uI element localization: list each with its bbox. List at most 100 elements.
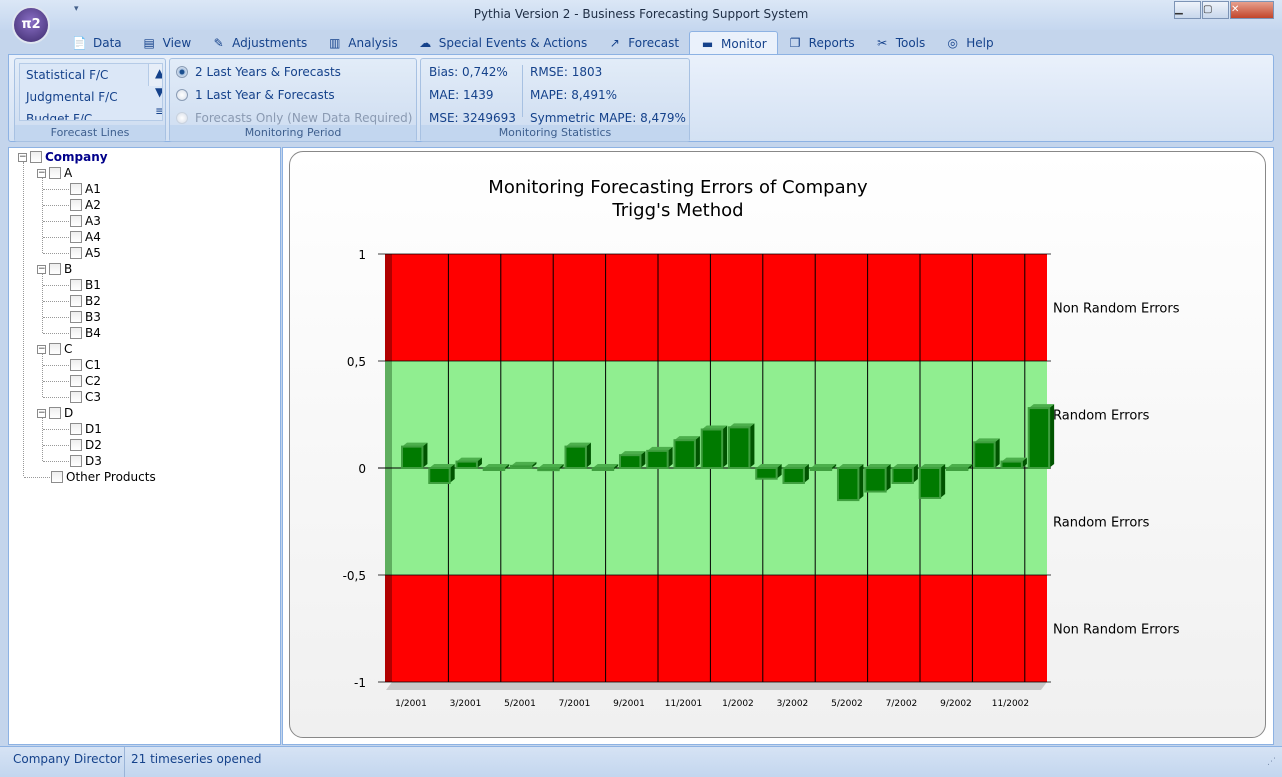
checkbox[interactable] <box>70 247 82 259</box>
window-title: Pythia Version 2 - Business Forecasting … <box>473 7 809 21</box>
checkbox[interactable] <box>70 183 82 195</box>
node-label: A3 <box>85 214 101 228</box>
scroll-up-icon[interactable]: ▲ <box>155 64 162 83</box>
checkbox[interactable] <box>70 391 82 403</box>
close-button[interactable]: ✕ <box>1230 1 1274 19</box>
tree-node-item[interactable]: A4 <box>70 229 101 245</box>
forecast-lines-list[interactable]: Statistical F/C Judgmental F/C Budget F/… <box>19 63 163 121</box>
list-scrollbar[interactable]: ▲▼≡ <box>148 64 162 118</box>
tree-node-item[interactable]: C1 <box>70 357 101 373</box>
tab-adjustments[interactable]: ✎ Adjustments <box>201 31 317 55</box>
tab-reports[interactable]: ❐ Reports <box>778 31 865 55</box>
bar <box>1000 460 1023 469</box>
y-tick-label: -1 <box>354 676 366 690</box>
minimize-button[interactable]: ▁ <box>1174 1 1201 19</box>
radio-1-last-year[interactable]: 1 Last Year & Forecasts <box>176 88 335 102</box>
ribbon: Statistical F/C Judgmental F/C Budget F/… <box>8 54 1274 142</box>
tab-data[interactable]: 📄 Data <box>62 31 132 55</box>
status-info: 21 timeseries opened <box>131 752 262 766</box>
collapse-icon[interactable]: − <box>37 264 46 274</box>
checkbox[interactable] <box>30 151 42 163</box>
checkbox[interactable] <box>70 199 82 211</box>
checkbox[interactable] <box>70 375 82 387</box>
tree-node-company[interactable]: − Company <box>18 149 108 165</box>
tree-node-item[interactable]: B4 <box>70 325 101 341</box>
tree-node-item[interactable]: A2 <box>70 197 101 213</box>
tab-monitor[interactable]: ▬ Monitor <box>689 31 778 55</box>
tree-node-item[interactable]: B2 <box>70 293 101 309</box>
tab-label: View <box>162 36 192 50</box>
forecast-line-item[interactable]: Budget F/C <box>20 108 162 120</box>
collapse-icon[interactable]: − <box>37 344 46 354</box>
collapse-icon[interactable]: − <box>18 152 27 162</box>
mae-stat: MAE: 1439 <box>429 88 494 102</box>
tree-node-item[interactable]: B3 <box>70 309 101 325</box>
forecast-line-item[interactable]: Judgmental F/C <box>20 86 162 108</box>
tab-forecast[interactable]: ↗ Forecast <box>597 31 689 55</box>
collapse-icon[interactable]: − <box>37 408 46 418</box>
tree-node-item[interactable]: D2 <box>70 437 102 453</box>
x-tick-label: 7/2001 <box>559 699 591 709</box>
checkbox[interactable] <box>70 215 82 227</box>
resize-grip-icon[interactable]: ⋰ <box>1267 757 1276 767</box>
tree-node-item[interactable]: A5 <box>70 245 101 261</box>
x-tick-label: 1/2001 <box>395 699 427 709</box>
tab-tools[interactable]: ✂ Tools <box>865 31 936 55</box>
node-label: D <box>64 406 74 420</box>
tree-node-item[interactable]: C3 <box>70 389 101 405</box>
tab-special-events-actions[interactable]: ☁ Special Events & Actions <box>408 31 598 55</box>
chart-panel: Monitoring Forecasting Errors of Company… <box>289 151 1266 738</box>
collapse-icon[interactable]: − <box>37 168 46 178</box>
radio-2-last-years[interactable]: 2 Last Years & Forecasts <box>176 65 341 79</box>
group-label: Monitoring Period <box>170 125 416 141</box>
bar <box>727 426 751 469</box>
expand-gallery-icon[interactable]: ≡ <box>155 102 162 120</box>
maximize-button[interactable]: ▢ <box>1202 1 1229 19</box>
checkbox[interactable] <box>70 311 82 323</box>
tree-node-other-products[interactable]: Other Products <box>51 469 156 485</box>
node-label: C2 <box>85 374 102 388</box>
tree-node-item[interactable]: D1 <box>70 421 102 437</box>
tab-label: Special Events & Actions <box>438 36 588 50</box>
node-label: Company <box>45 150 108 164</box>
tree-node-item[interactable]: B1 <box>70 277 101 293</box>
checkbox[interactable] <box>70 295 82 307</box>
checkbox[interactable] <box>70 455 82 467</box>
checkbox[interactable] <box>70 423 82 435</box>
tree-node-item[interactable]: A1 <box>70 181 101 197</box>
tree-node-item[interactable]: A3 <box>70 213 101 229</box>
checkbox[interactable] <box>49 167 61 179</box>
checkbox[interactable] <box>70 231 82 243</box>
bar <box>782 467 805 484</box>
tab-label: Adjustments <box>232 36 308 50</box>
band-label: Non Random Errors <box>1053 302 1180 317</box>
scroll-down-icon[interactable]: ▼ <box>155 83 162 102</box>
trigg-chart: Monitoring Forecasting Errors of Company… <box>343 177 1180 709</box>
tab-view[interactable]: ▤ View <box>132 31 201 55</box>
checkbox[interactable] <box>70 279 82 291</box>
tab-help[interactable]: ◎ Help <box>935 31 1003 55</box>
chart-subtitle: Trigg's Method <box>611 200 743 221</box>
app-menu-button[interactable]: π2 <box>12 6 50 44</box>
quick-access-dropdown-icon[interactable]: ▾ <box>74 4 79 14</box>
tab-analysis[interactable]: ▥ Analysis <box>317 31 407 55</box>
node-label: B3 <box>85 310 101 324</box>
forecast-line-item[interactable]: Statistical F/C <box>20 64 162 86</box>
band-2 <box>392 468 1047 575</box>
radio-forecasts-only: Forecasts Only (New Data Required) <box>176 111 412 125</box>
x-tick-label: 5/2002 <box>831 699 863 709</box>
tab-label: Data <box>93 36 122 50</box>
checkbox[interactable] <box>70 439 82 451</box>
checkbox[interactable] <box>51 471 63 483</box>
bar <box>618 454 642 470</box>
checkbox[interactable] <box>49 407 61 419</box>
checkbox[interactable] <box>70 327 82 339</box>
checkbox[interactable] <box>70 359 82 371</box>
tree-node-item[interactable]: C2 <box>70 373 101 389</box>
checkbox[interactable] <box>49 263 61 275</box>
bar <box>509 464 533 469</box>
chart-floor <box>386 682 1047 690</box>
ribbon-tabs: 📄 Data ▤ View ✎ Adjustments ▥ Analysis ☁ Special … <box>62 31 1004 55</box>
checkbox[interactable] <box>49 343 61 355</box>
tree-node-item[interactable]: D3 <box>70 453 102 469</box>
